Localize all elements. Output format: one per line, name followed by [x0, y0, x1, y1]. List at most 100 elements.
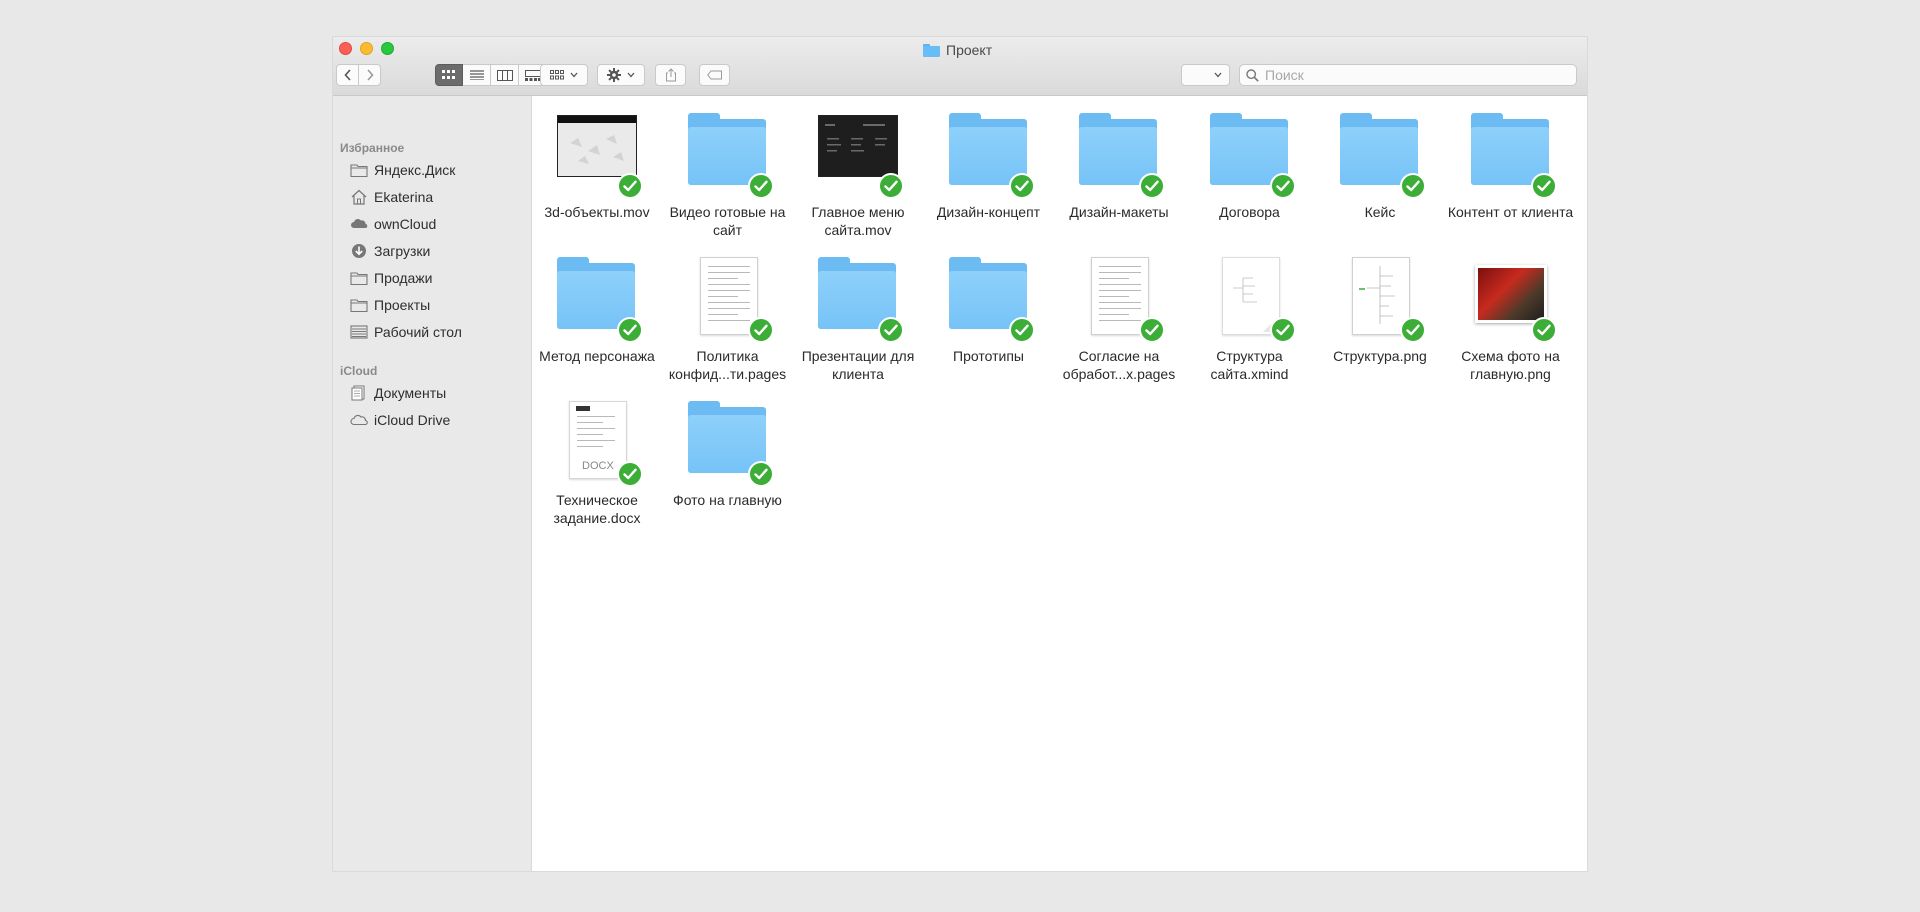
checkmark-icon	[1536, 180, 1551, 192]
file-item[interactable]: Презентации для клиента	[793, 257, 923, 397]
checkmark-icon	[1406, 180, 1420, 192]
arrange-dropdown[interactable]	[1181, 64, 1230, 86]
file-item[interactable]: Метод персонажа	[532, 257, 662, 397]
sidebar-item-downloads[interactable]: Загрузки	[350, 240, 430, 262]
file-name: Структура.png	[1333, 348, 1427, 364]
folder-icon	[350, 272, 368, 286]
file-thumbnail	[939, 113, 1039, 199]
checkmark-icon	[1145, 180, 1159, 192]
search-input[interactable]	[1263, 66, 1567, 84]
file-name: Главное меню сайта.mov	[811, 204, 905, 238]
list-view-button[interactable]	[463, 64, 491, 86]
sidebar-item-sales[interactable]: Продажи	[350, 267, 432, 289]
checkmark-icon	[1406, 324, 1420, 336]
synced-check-icon	[617, 461, 643, 487]
file-item[interactable]: Согласие на обработ...х.pages	[1054, 257, 1184, 397]
action-menu-button[interactable]	[597, 64, 645, 86]
column-view-icon	[496, 69, 513, 81]
file-item[interactable]: 3d-объекты.mov	[532, 113, 662, 253]
minimize-window-button[interactable]	[360, 42, 373, 55]
sidebar-item-label: Яндекс.Диск	[374, 162, 456, 178]
file-thumbnail	[547, 113, 647, 199]
checkmark-icon	[1275, 180, 1290, 192]
synced-check-icon	[617, 317, 643, 343]
checkmark-icon	[623, 180, 637, 192]
share-button[interactable]	[655, 64, 686, 86]
sidebar-item-projects[interactable]: Проекты	[350, 294, 430, 316]
view-mode-control	[435, 64, 547, 86]
checkmark-icon	[884, 180, 898, 192]
sidebar: Избранное Яндекс.Диск Ekaterina ownCloud…	[333, 96, 532, 871]
file-item[interactable]: Главное меню сайта.mov	[793, 113, 923, 253]
sidebar-section-favorites-title: Избранное	[340, 141, 405, 155]
file-thumbnail	[1069, 113, 1169, 199]
file-thumbnail	[678, 401, 778, 487]
close-window-button[interactable]	[339, 42, 352, 55]
chevron-down-icon	[627, 72, 635, 78]
checkmark-icon	[753, 324, 768, 336]
sidebar-item-ekaterina[interactable]: Ekaterina	[350, 186, 433, 208]
sidebar-section-icloud-title: iCloud	[340, 364, 378, 378]
checkmark-icon	[623, 324, 637, 336]
checkmark-icon	[753, 468, 768, 480]
synced-check-icon	[1139, 317, 1165, 343]
file-item[interactable]: Договора	[1185, 113, 1315, 253]
file-name: 3d-объекты.mov	[544, 204, 650, 220]
file-name: Фото на главную	[673, 492, 782, 508]
synced-check-icon	[747, 461, 774, 487]
file-grid: 3d-объекты.mov Видео готовые на сайт Главн…	[532, 96, 1587, 871]
file-item[interactable]: Политика конфид...ти.pages	[663, 257, 793, 397]
checkmark-icon	[1014, 324, 1029, 336]
video-thumbnail-icon	[557, 115, 637, 177]
folder-icon	[350, 299, 368, 313]
synced-check-icon	[1400, 173, 1426, 199]
file-item[interactable]: Фото на главную	[663, 401, 793, 541]
file-name: Политика конфид...ти.pages	[668, 348, 787, 382]
docx-badge: DOCX	[582, 460, 614, 472]
sidebar-item-label: Загрузки	[374, 243, 431, 259]
sidebar-item-owncloud[interactable]: ownCloud	[350, 213, 436, 235]
folder-icon	[350, 164, 368, 178]
sidebar-item-label: Рабочий стол	[374, 324, 462, 340]
file-thumbnail	[1330, 113, 1430, 199]
back-button[interactable]	[336, 64, 359, 86]
sidebar-item-documents[interactable]: Документы	[350, 382, 446, 404]
file-item[interactable]: Дизайн-макеты	[1054, 113, 1184, 253]
documents-icon	[351, 385, 365, 401]
file-item[interactable]: Структура.png	[1315, 257, 1445, 397]
tags-button[interactable]	[699, 64, 730, 86]
file-item[interactable]: Контент от клиента	[1446, 113, 1576, 253]
sidebar-item-yandex-disk[interactable]: Яндекс.Диск	[350, 159, 455, 181]
synced-check-icon	[1139, 173, 1165, 199]
file-item[interactable]: Прототипы	[924, 257, 1054, 397]
downloads-icon	[352, 244, 366, 258]
sidebar-item-desktop[interactable]: Рабочий стол	[350, 321, 462, 343]
checkmark-icon	[884, 324, 898, 336]
forward-button[interactable]	[358, 64, 381, 86]
sidebar-item-icloud-drive[interactable]: iCloud Drive	[350, 409, 450, 431]
file-name: Дизайн-концепт	[936, 204, 1041, 220]
file-item[interactable]: Структура сайта.xmind	[1185, 257, 1315, 397]
checkmark-icon	[753, 180, 768, 192]
group-by-button[interactable]	[540, 64, 588, 86]
file-item[interactable]: DOCX Техническое задание.docx	[532, 401, 662, 541]
sidebar-item-label: iCloud Drive	[374, 412, 451, 428]
icon-view-button[interactable]	[435, 64, 463, 86]
file-item[interactable]: Схема фото на главную.png	[1446, 257, 1576, 397]
column-view-button[interactable]	[491, 64, 519, 86]
file-item[interactable]: Дизайн-концепт	[924, 113, 1054, 253]
file-name: Договора	[1219, 204, 1280, 220]
chevron-down-icon	[1214, 72, 1222, 78]
file-name: Схема фото на главную.png	[1461, 348, 1560, 382]
zoom-window-button[interactable]	[381, 42, 394, 55]
search-field[interactable]	[1239, 64, 1577, 86]
synced-check-icon	[747, 173, 774, 199]
checkmark-icon	[1014, 180, 1029, 192]
file-item[interactable]: Видео готовые на сайт	[663, 113, 793, 253]
file-thumbnail	[547, 257, 647, 343]
finder-window: Проект Поиск Избранное Яндекс.Диск Ekate…	[333, 37, 1587, 871]
chevron-right-icon	[366, 69, 374, 81]
synced-check-icon	[1269, 173, 1296, 199]
desktop-icon	[350, 325, 368, 339]
file-item[interactable]: Кейс	[1315, 113, 1445, 253]
